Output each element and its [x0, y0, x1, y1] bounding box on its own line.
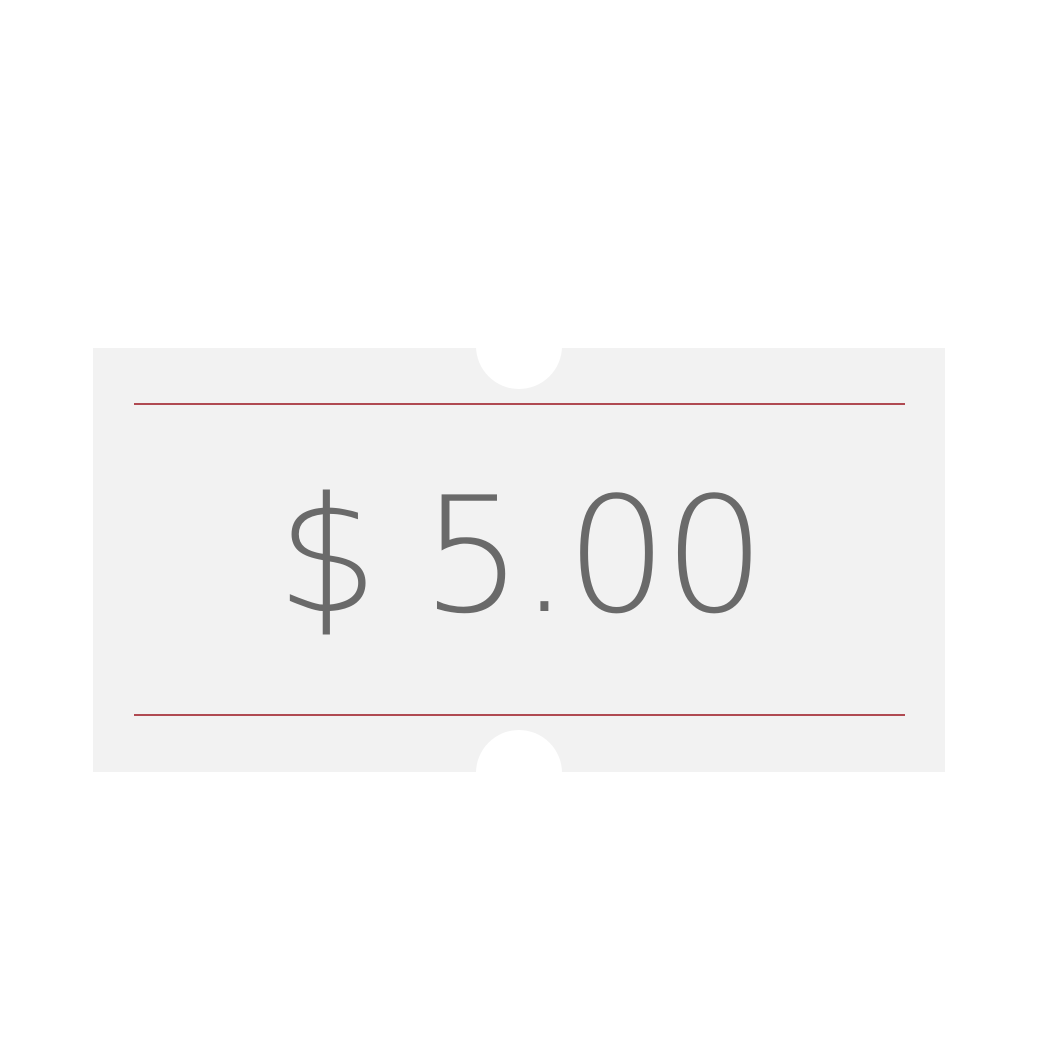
bottom-notch: [476, 730, 562, 772]
top-rule-line: [134, 403, 905, 405]
price-label: $ 5.00: [276, 462, 766, 649]
bottom-rule-line: [134, 714, 905, 716]
top-notch: [476, 348, 562, 389]
price-tag: $ 5.00: [93, 348, 945, 772]
